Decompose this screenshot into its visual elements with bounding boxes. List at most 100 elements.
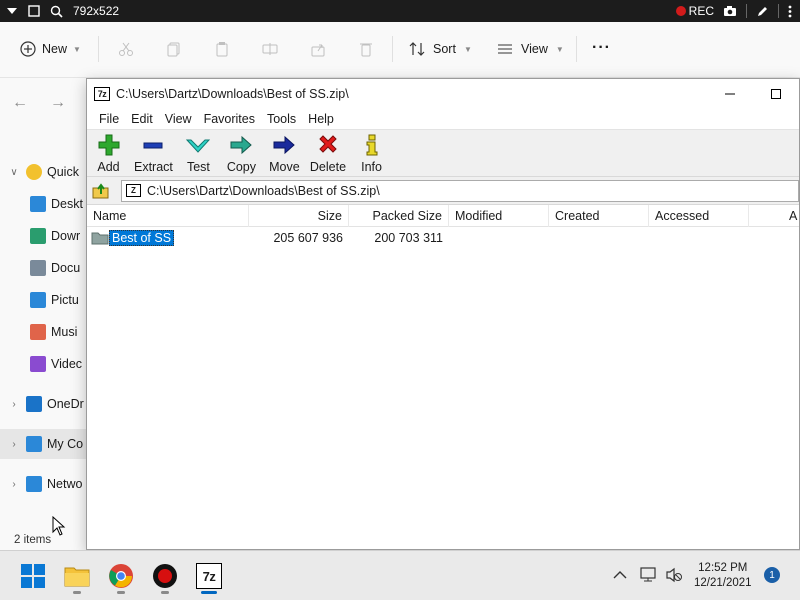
chrome-icon[interactable] (108, 563, 134, 589)
copy-icon[interactable] (166, 41, 182, 57)
minimize-button[interactable] (707, 79, 753, 109)
7zip-taskbar-icon[interactable]: 7z (196, 563, 222, 589)
recorder-app-icon[interactable] (152, 563, 178, 589)
display-icon[interactable] (640, 567, 658, 583)
zoom-icon[interactable] (50, 5, 63, 18)
extract-label: Extract (134, 160, 173, 174)
desktop-icon (30, 196, 46, 212)
volume-muted-icon[interactable] (665, 567, 683, 583)
more-options-button[interactable]: ··· (592, 39, 611, 57)
menu-favorites[interactable]: Favorites (198, 112, 261, 126)
sidebar-item-label: OneDr (47, 397, 84, 411)
view-button[interactable]: View ▼ (497, 41, 564, 57)
pictures-icon (30, 292, 46, 308)
sidebar-item-desktop[interactable]: Deskt (0, 189, 86, 219)
7zip-titlebar[interactable]: 7z C:\Users\Dartz\Downloads\Best of SS.z… (87, 79, 799, 109)
extract-button[interactable]: Extract (134, 130, 173, 174)
path-input[interactable]: Z C:\Users\Dartz\Downloads\Best of SS.zi… (121, 179, 799, 202)
view-icon (498, 44, 512, 54)
address-bar: Z C:\Users\Dartz\Downloads\Best of SS.zi… (87, 177, 799, 205)
star-icon (26, 164, 42, 180)
expand-chevron-icon[interactable]: › (6, 479, 22, 490)
info-button[interactable]: Info (354, 130, 389, 174)
copy-button[interactable]: Copy (224, 130, 259, 174)
taskbar: 7z 12:52 PM 12/21/2021 1 (0, 550, 800, 600)
delete-icon[interactable] (358, 41, 374, 57)
clock-date: 12/21/2021 (694, 577, 752, 589)
7zip-window: 7z C:\Users\Dartz\Downloads\Best of SS.z… (86, 78, 800, 550)
sidebar-item-star[interactable]: ∨ Quick (0, 157, 86, 187)
menu-tools[interactable]: Tools (261, 112, 302, 126)
column-modified[interactable]: Modified (449, 205, 549, 227)
sidebar-item-label: Netwo (47, 477, 83, 491)
notification-badge[interactable]: 1 (764, 567, 780, 583)
sidebar-item-videos[interactable]: Videc (0, 349, 86, 379)
column-accessed[interactable]: Accessed (649, 205, 749, 227)
file-row-packed-size: 200 703 311 (374, 231, 443, 245)
delete-button[interactable]: Delete (310, 130, 346, 174)
file-row[interactable]: Best of SS 205 607 936 200 703 311 (87, 228, 799, 248)
cut-icon[interactable] (118, 41, 134, 57)
window-icon[interactable] (28, 5, 40, 17)
maximize-button[interactable] (753, 79, 799, 109)
expand-chevron-icon[interactable]: ∨ (6, 167, 22, 178)
paste-icon[interactable] (214, 41, 230, 57)
up-folder-button[interactable] (91, 181, 111, 201)
expand-chevron-icon[interactable]: › (6, 439, 22, 450)
file-explorer-icon[interactable] (64, 563, 90, 589)
add-button[interactable]: Add (91, 130, 126, 174)
camera-icon[interactable] (723, 5, 737, 17)
more-icon[interactable] (788, 5, 792, 18)
chevron-up-icon[interactable] (613, 570, 627, 580)
new-button[interactable]: New ▼ (20, 41, 81, 57)
sidebar-item-computer[interactable]: › My Co (0, 429, 86, 459)
expand-chevron-icon[interactable]: › (6, 399, 22, 410)
test-button[interactable]: Test (181, 130, 216, 174)
status-bar-item-count: 2 items (14, 534, 52, 546)
move-arrow-icon (273, 135, 296, 155)
plus-circle-icon (20, 41, 36, 57)
7zip-toolbar: Add Extract Test Copy Move Delete Info (87, 129, 799, 177)
download-icon (30, 228, 46, 244)
share-icon[interactable] (310, 41, 326, 57)
zip-file-icon: Z (126, 184, 141, 197)
sidebar-item-label: My Co (47, 437, 84, 451)
sidebar-item-pictures[interactable]: Pictu (0, 285, 86, 315)
explorer-toolbar: New ▼ Sort ▼ View ▼ ··· (0, 22, 800, 78)
column-created[interactable]: Created (549, 205, 649, 227)
chevron-down-icon[interactable] (6, 6, 18, 16)
taskbar-clock[interactable]: 12:52 PM 12/21/2021 (694, 561, 752, 591)
rename-icon[interactable] (262, 41, 278, 57)
menu-file[interactable]: File (93, 112, 125, 126)
column-name[interactable]: Name (87, 205, 249, 227)
record-dot-icon (675, 6, 686, 16)
windows-start-icon[interactable] (20, 563, 46, 589)
sort-button[interactable]: Sort ▼ (409, 41, 472, 57)
column-packed-size[interactable]: Packed Size (349, 205, 449, 227)
test-label: Test (186, 160, 210, 174)
info-label: Info (361, 160, 382, 174)
music-icon (30, 324, 46, 340)
sidebar-item-music[interactable]: Musi (0, 317, 86, 347)
test-check-icon (186, 139, 211, 153)
sidebar-item-label: Musi (51, 325, 78, 339)
record-button[interactable]: REC (675, 4, 714, 18)
pen-icon[interactable] (756, 5, 769, 18)
resolution-label: 792x522 (73, 4, 120, 18)
nav-arrows: ← → (12, 94, 66, 112)
sidebar-item-network[interactable]: › Netwo (0, 469, 86, 499)
move-button[interactable]: Move (267, 130, 302, 174)
sidebar-item-document[interactable]: Docu (0, 253, 86, 283)
add-label: Add (97, 160, 120, 174)
menu-edit[interactable]: Edit (125, 112, 159, 126)
column-size[interactable]: Size (249, 205, 349, 227)
back-arrow-icon[interactable]: ← (12, 94, 28, 112)
sidebar-item-onedrive[interactable]: › OneDr (0, 389, 86, 419)
column-attributes[interactable]: A (783, 205, 800, 227)
menu-help[interactable]: Help (302, 112, 340, 126)
sidebar-item-label: Docu (51, 261, 81, 275)
forward-arrow-icon[interactable]: → (50, 94, 66, 112)
maximize-icon (771, 89, 781, 99)
menu-view[interactable]: View (159, 112, 198, 126)
sidebar-item-download[interactable]: Dowr (0, 221, 86, 251)
